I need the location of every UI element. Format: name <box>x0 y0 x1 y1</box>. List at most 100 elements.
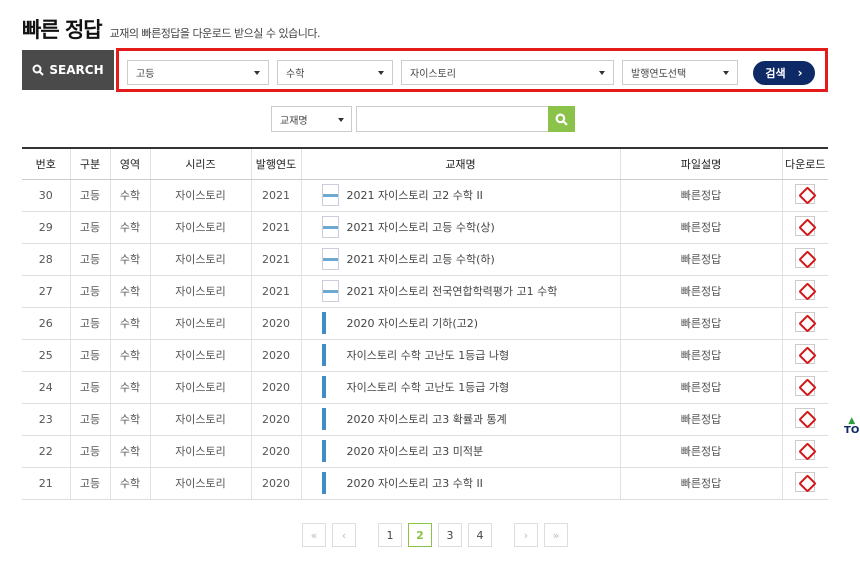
pdf-icon[interactable] <box>795 471 816 492</box>
row-type: 고등 <box>69 371 110 404</box>
column-header: 발행연도 <box>250 147 301 180</box>
page-title: 빠른 정답 <box>22 18 103 42</box>
row-file-desc: 빠른정답 <box>619 243 782 276</box>
page-header: 빠른 정답 교재의 빠른정답을 다운로드 받으실 수 있습니다. <box>22 14 320 44</box>
row-download-cell <box>781 275 828 308</box>
table-row: 25 고등 수학 자이스토리 2020 자이스토리 수학 고난도 1등급 나형 … <box>22 339 828 372</box>
row-download-cell <box>781 307 828 340</box>
table-row: 21 고등 수학 자이스토리 2020 2020 자이스토리 고3 수학 II … <box>22 467 828 500</box>
row-series: 자이스토리 <box>149 403 251 436</box>
book-title[interactable]: 자이스토리 수학 고난도 1등급 가형 <box>347 379 510 395</box>
column-header: 다운로드 <box>781 147 828 180</box>
book-cover-thumbnail <box>321 440 326 462</box>
book-cover-thumbnail <box>321 312 326 334</box>
book-title[interactable]: 2021 자이스토리 전국연합학력평가 고1 수학 <box>347 283 558 299</box>
row-type: 고등 <box>69 339 110 372</box>
subject-select[interactable]: 수학 <box>277 60 393 85</box>
row-area: 수학 <box>109 435 150 468</box>
pdf-icon[interactable] <box>795 183 816 204</box>
row-series: 자이스토리 <box>149 275 251 308</box>
book-cell: 자이스토리 수학 고난도 1등급 가형 <box>321 376 620 398</box>
table-row: 27 고등 수학 자이스토리 2021 2021 자이스토리 전국연합학력평가 … <box>22 275 828 308</box>
row-year: 2020 <box>250 307 301 340</box>
pdf-icon[interactable] <box>795 375 816 396</box>
row-series: 자이스토리 <box>149 179 251 212</box>
row-file-desc: 빠른정답 <box>619 339 782 372</box>
pdf-icon[interactable] <box>795 311 816 332</box>
first-page-button[interactable]: « <box>302 523 326 547</box>
chevron-down-icon <box>378 71 384 75</box>
book-cover-thumbnail <box>321 248 339 270</box>
search-button[interactable]: 검색 › <box>753 61 815 85</box>
book-title[interactable]: 자이스토리 수학 고난도 1등급 나형 <box>347 347 510 363</box>
column-header: 파일설명 <box>619 147 782 180</box>
row-number: 30 <box>22 179 70 212</box>
table-header-row: 번호 구분 영역 시리즈 발행연도 교재명 파일설명 다운로드 <box>22 147 828 180</box>
row-series: 자이스토리 <box>149 243 251 276</box>
book-cover-thumbnail <box>321 344 326 366</box>
book-cell: 2020 자이스토리 고3 수학 II <box>321 472 620 494</box>
search-bar: SEARCH 고등 수학 자이스토리 발행연도선택 검색 › <box>22 48 828 92</box>
row-title-cell: 2021 자이스토리 고등 수학(상) <box>300 211 620 244</box>
row-number: 23 <box>22 403 70 436</box>
book-title[interactable]: 2020 자이스토리 고3 미적분 <box>347 443 484 459</box>
row-type: 고등 <box>69 275 110 308</box>
pagination: « ‹ 1 2 3 4 › » <box>302 523 568 547</box>
pdf-icon[interactable] <box>795 215 816 236</box>
book-title[interactable]: 2020 자이스토리 고3 확률과 통계 <box>347 411 507 427</box>
row-series: 자이스토리 <box>149 339 251 372</box>
page-button-3[interactable]: 3 <box>438 523 462 547</box>
row-download-cell <box>781 371 828 404</box>
page-button-2[interactable]: 2 <box>408 523 432 547</box>
last-page-button[interactable]: » <box>544 523 568 547</box>
row-title-cell: 자이스토리 수학 고난도 1등급 가형 <box>300 371 620 404</box>
book-search-input[interactable] <box>356 106 549 132</box>
row-number: 24 <box>22 371 70 404</box>
year-select[interactable]: 발행연도선택 <box>622 60 738 85</box>
pdf-icon[interactable] <box>795 343 816 364</box>
row-number: 26 <box>22 307 70 340</box>
series-select[interactable]: 자이스토리 <box>401 60 614 85</box>
answers-table: 번호 구분 영역 시리즈 발행연도 교재명 파일설명 다운로드 30 고등 수학… <box>22 147 828 500</box>
scroll-top-button[interactable]: ▲ TO <box>844 416 859 436</box>
pdf-icon[interactable] <box>795 279 816 300</box>
row-file-desc: 빠른정답 <box>619 307 782 340</box>
table-row: 29 고등 수학 자이스토리 2021 2021 자이스토리 고등 수학(상) … <box>22 211 828 244</box>
row-download-cell <box>781 403 828 436</box>
page-button-4[interactable]: 4 <box>468 523 492 547</box>
page-button-1[interactable]: 1 <box>378 523 402 547</box>
book-cell: 자이스토리 수학 고난도 1등급 나형 <box>321 344 620 366</box>
table-row: 30 고등 수학 자이스토리 2021 2021 자이스토리 고2 수학 II … <box>22 179 828 212</box>
level-select[interactable]: 고등 <box>127 60 269 85</box>
row-title-cell: 2020 자이스토리 고3 수학 II <box>300 467 620 500</box>
next-page-button[interactable]: › <box>514 523 538 547</box>
column-header: 시리즈 <box>149 147 251 180</box>
book-search-button[interactable] <box>548 106 575 132</box>
row-area: 수학 <box>109 403 150 436</box>
row-series: 자이스토리 <box>149 307 251 340</box>
book-field-select[interactable]: 교재명 <box>271 106 352 132</box>
row-type: 고등 <box>69 243 110 276</box>
subject-select-value: 수학 <box>286 69 305 80</box>
book-title[interactable]: 2021 자이스토리 고등 수학(하) <box>347 251 495 267</box>
row-download-cell <box>781 467 828 500</box>
book-cover-thumbnail <box>321 216 339 238</box>
row-year: 2021 <box>250 275 301 308</box>
row-series: 자이스토리 <box>149 371 251 404</box>
book-title[interactable]: 2020 자이스토리 기하(고2) <box>347 315 479 331</box>
pdf-icon[interactable] <box>795 439 816 460</box>
pdf-icon[interactable] <box>795 247 816 268</box>
row-area: 수학 <box>109 371 150 404</box>
book-cell: 2020 자이스토리 고3 미적분 <box>321 440 620 462</box>
book-title[interactable]: 2021 자이스토리 고2 수학 II <box>347 187 483 203</box>
row-file-desc: 빠른정답 <box>619 275 782 308</box>
row-file-desc: 빠른정답 <box>619 179 782 212</box>
book-title[interactable]: 2020 자이스토리 고3 수학 II <box>347 475 483 491</box>
book-cover-thumbnail <box>321 280 339 302</box>
row-file-desc: 빠른정답 <box>619 403 782 436</box>
row-title-cell: 2020 자이스토리 기하(고2) <box>300 307 620 340</box>
table-row: 26 고등 수학 자이스토리 2020 2020 자이스토리 기하(고2) 빠른… <box>22 307 828 340</box>
book-title[interactable]: 2021 자이스토리 고등 수학(상) <box>347 219 495 235</box>
prev-page-button[interactable]: ‹ <box>332 523 356 547</box>
pdf-icon[interactable] <box>795 407 816 428</box>
